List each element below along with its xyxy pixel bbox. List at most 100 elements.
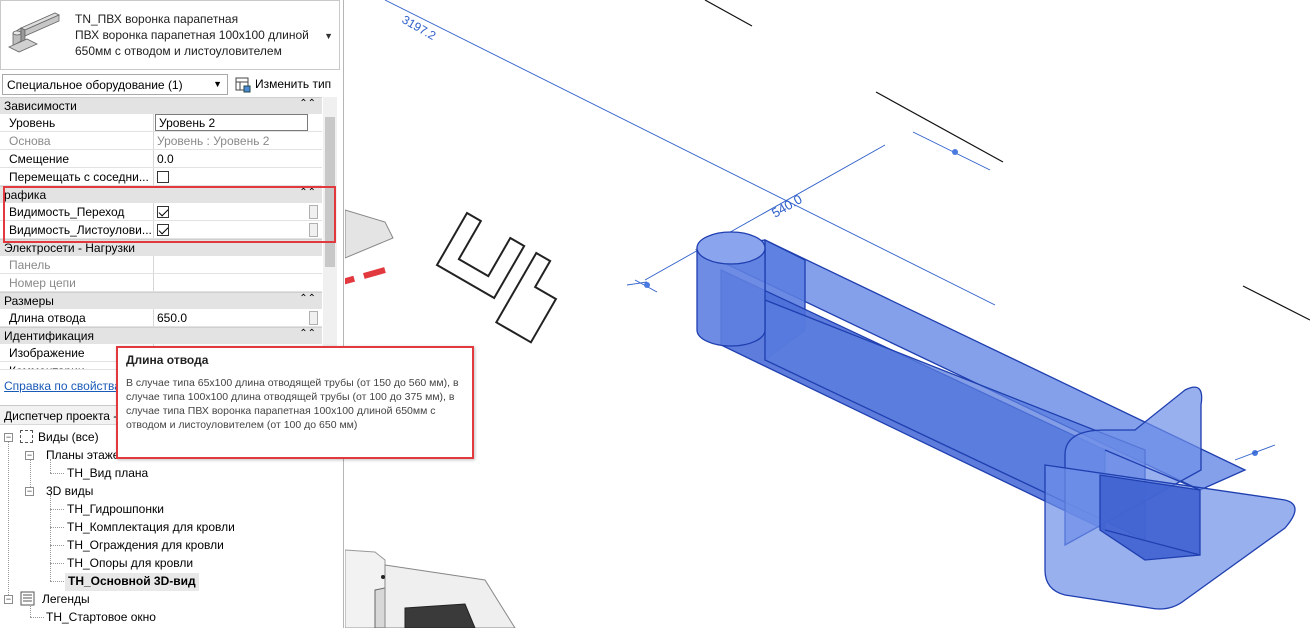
prop-label: Номер цепи: [0, 274, 154, 291]
category-dropdown[interactable]: Специальное оборудование (1) ▼: [2, 74, 228, 95]
type-name-block: TN_ПВХ воронка парапетная ПВХ воронка па…: [75, 11, 315, 59]
properties-grid: Зависимости ⌃⌃ Уровень Уровень 2 Основа …: [0, 97, 322, 370]
prop-label: Смещение: [0, 150, 154, 167]
funnel-element[interactable]: [694, 231, 1296, 610]
tree-legends[interactable]: Легенды: [42, 592, 90, 610]
param-button[interactable]: [309, 311, 318, 325]
tree-item-3d[interactable]: TH_Опоры для кровли: [67, 556, 193, 574]
slab-shape: [345, 209, 394, 259]
tooltip-title: Длина отвода: [126, 353, 209, 367]
collapse-toggle-icon[interactable]: −: [25, 487, 34, 496]
tree-connector: [50, 527, 64, 528]
vertex-dot: [381, 575, 385, 579]
grip-dot[interactable]: [644, 282, 650, 288]
group-constraints[interactable]: Зависимости ⌃⌃: [0, 97, 322, 114]
tree-connector: [30, 617, 44, 618]
outlet-length-field[interactable]: 650.0: [154, 309, 322, 326]
tree-item-3d[interactable]: TH_Ограждения для кровли: [67, 538, 224, 556]
tree-item-3d[interactable]: TH_Гидрошпонки: [67, 502, 164, 520]
collapse-toggle-icon[interactable]: −: [4, 433, 13, 442]
group-dimensions-label: Размеры: [4, 294, 54, 308]
prop-row-panel: Панель: [0, 256, 322, 274]
tree-connector: [50, 563, 64, 564]
tree-item-3d[interactable]: TH_Комплектация для кровли: [67, 520, 235, 538]
visibility-transition-checkbox[interactable]: [157, 206, 169, 218]
visibility-leafguard-checkbox[interactable]: [157, 224, 169, 236]
help-link[interactable]: Справка по свойствам: [4, 379, 129, 393]
tooltip-body: В случае типа 65х100 длина отводящей тру…: [126, 377, 459, 431]
dimension-line-top: [384, 0, 996, 306]
collapse-icon[interactable]: ⌃⌃: [299, 293, 316, 304]
tree-item-legend[interactable]: TH_Стартовое окно: [46, 610, 156, 628]
tree-connector: [50, 509, 64, 510]
type-description: ПВХ воронка парапетная 100х100 длиной 65…: [75, 28, 309, 58]
collapse-icon[interactable]: ⌃⌃: [299, 328, 316, 339]
prop-row-host: Основа Уровень : Уровень 2: [0, 132, 322, 150]
legend-icon: [20, 591, 35, 606]
tree-connector: [50, 473, 64, 474]
group-electrical-label: Электросети - Нагрузки: [4, 241, 135, 255]
dimension-label-main[interactable]: 540.0: [769, 191, 805, 220]
parameter-tooltip: Длина отвода В случае типа 65х100 длина …: [116, 346, 474, 459]
prop-value-cell: [154, 203, 322, 220]
tree-item-floor-plan[interactable]: TH_Вид плана: [67, 466, 148, 484]
prop-row-level[interactable]: Уровень Уровень 2: [0, 114, 322, 132]
prop-row-circuit: Номер цепи: [0, 274, 322, 292]
scrollbar-thumb[interactable]: [325, 117, 335, 267]
tree-connector: [50, 495, 51, 581]
group-graphics-label: рафика: [4, 188, 47, 202]
collapse-toggle-icon[interactable]: −: [25, 451, 34, 460]
prop-row-outlet-length[interactable]: Длина отвода 650.0: [0, 309, 322, 327]
viewport-canvas[interactable]: 3197.2 540.0: [345, 0, 1310, 628]
collapse-toggle-icon[interactable]: −: [4, 595, 13, 604]
model-edge-line: [875, 91, 1004, 163]
dimension-extension: [912, 131, 991, 171]
prop-value-cell: [154, 221, 322, 238]
group-electrical[interactable]: Электросети - Нагрузки: [0, 239, 322, 256]
model-text-outline: [435, 211, 558, 344]
collapse-icon[interactable]: ⌃⌃: [299, 187, 316, 198]
views-icon: [20, 430, 33, 443]
prop-row-move-with[interactable]: Перемещать с соседни...: [0, 168, 322, 186]
3d-viewport[interactable]: 3197.2 540.0: [345, 0, 1310, 628]
dimension-extension: [1234, 444, 1276, 461]
tree-connector: [50, 545, 64, 546]
level-field[interactable]: Уровень 2: [155, 114, 308, 131]
group-identity[interactable]: Идентификация ⌃⌃: [0, 327, 322, 344]
tree-floor-plans[interactable]: Планы этажей: [46, 448, 126, 466]
type-selector[interactable]: TN_ПВХ воронка парапетная ПВХ воронка па…: [0, 0, 340, 70]
callout-arrow: [345, 267, 386, 285]
tree-connector: [8, 441, 9, 599]
type-name: TN_ПВХ воронка парапетная: [75, 12, 239, 26]
param-button[interactable]: [309, 205, 318, 219]
offset-field[interactable]: 0.0: [154, 150, 322, 167]
slab-shape: [404, 603, 476, 628]
group-graphics[interactable]: рафика ⌃⌃: [0, 186, 322, 203]
family-thumbnail-icon: [8, 12, 60, 53]
param-button[interactable]: [309, 223, 318, 237]
tree-connector: [50, 581, 64, 582]
collapse-icon[interactable]: ⌃⌃: [299, 98, 316, 109]
grip-dot[interactable]: [952, 149, 958, 155]
prop-row-visibility-transition[interactable]: Видимость_Переход: [0, 203, 322, 221]
edit-type-button[interactable]: Изменить тип: [233, 74, 339, 95]
prop-row-visibility-leafguard[interactable]: Видимость_Листоулови...: [0, 221, 322, 239]
tree-views-root[interactable]: Виды (все): [38, 430, 99, 448]
prop-value: [154, 274, 322, 291]
prop-row-offset[interactable]: Смещение 0.0: [0, 150, 322, 168]
prop-label: Панель: [0, 256, 154, 273]
tree-3d-views[interactable]: 3D виды: [46, 484, 93, 502]
prop-label: Основа: [0, 132, 154, 149]
tree-item-3d-active[interactable]: TH_Основной 3D-вид: [65, 573, 199, 591]
model-edge-line: [704, 0, 753, 27]
move-with-checkbox[interactable]: [157, 171, 169, 183]
properties-panel: TN_ПВХ воронка парапетная ПВХ воронка па…: [0, 0, 344, 628]
properties-scrollbar[interactable]: [323, 97, 337, 375]
chevron-down-icon: ▼: [213, 79, 222, 89]
group-identity-label: Идентификация: [4, 329, 94, 343]
edit-type-icon: [235, 77, 251, 93]
prop-label: Уровень: [0, 114, 154, 131]
dropdown-arrow-icon[interactable]: ▼: [324, 31, 333, 41]
category-row: Специальное оборудование (1) ▼ Изменить …: [0, 73, 343, 97]
group-dimensions[interactable]: Размеры ⌃⌃: [0, 292, 322, 309]
